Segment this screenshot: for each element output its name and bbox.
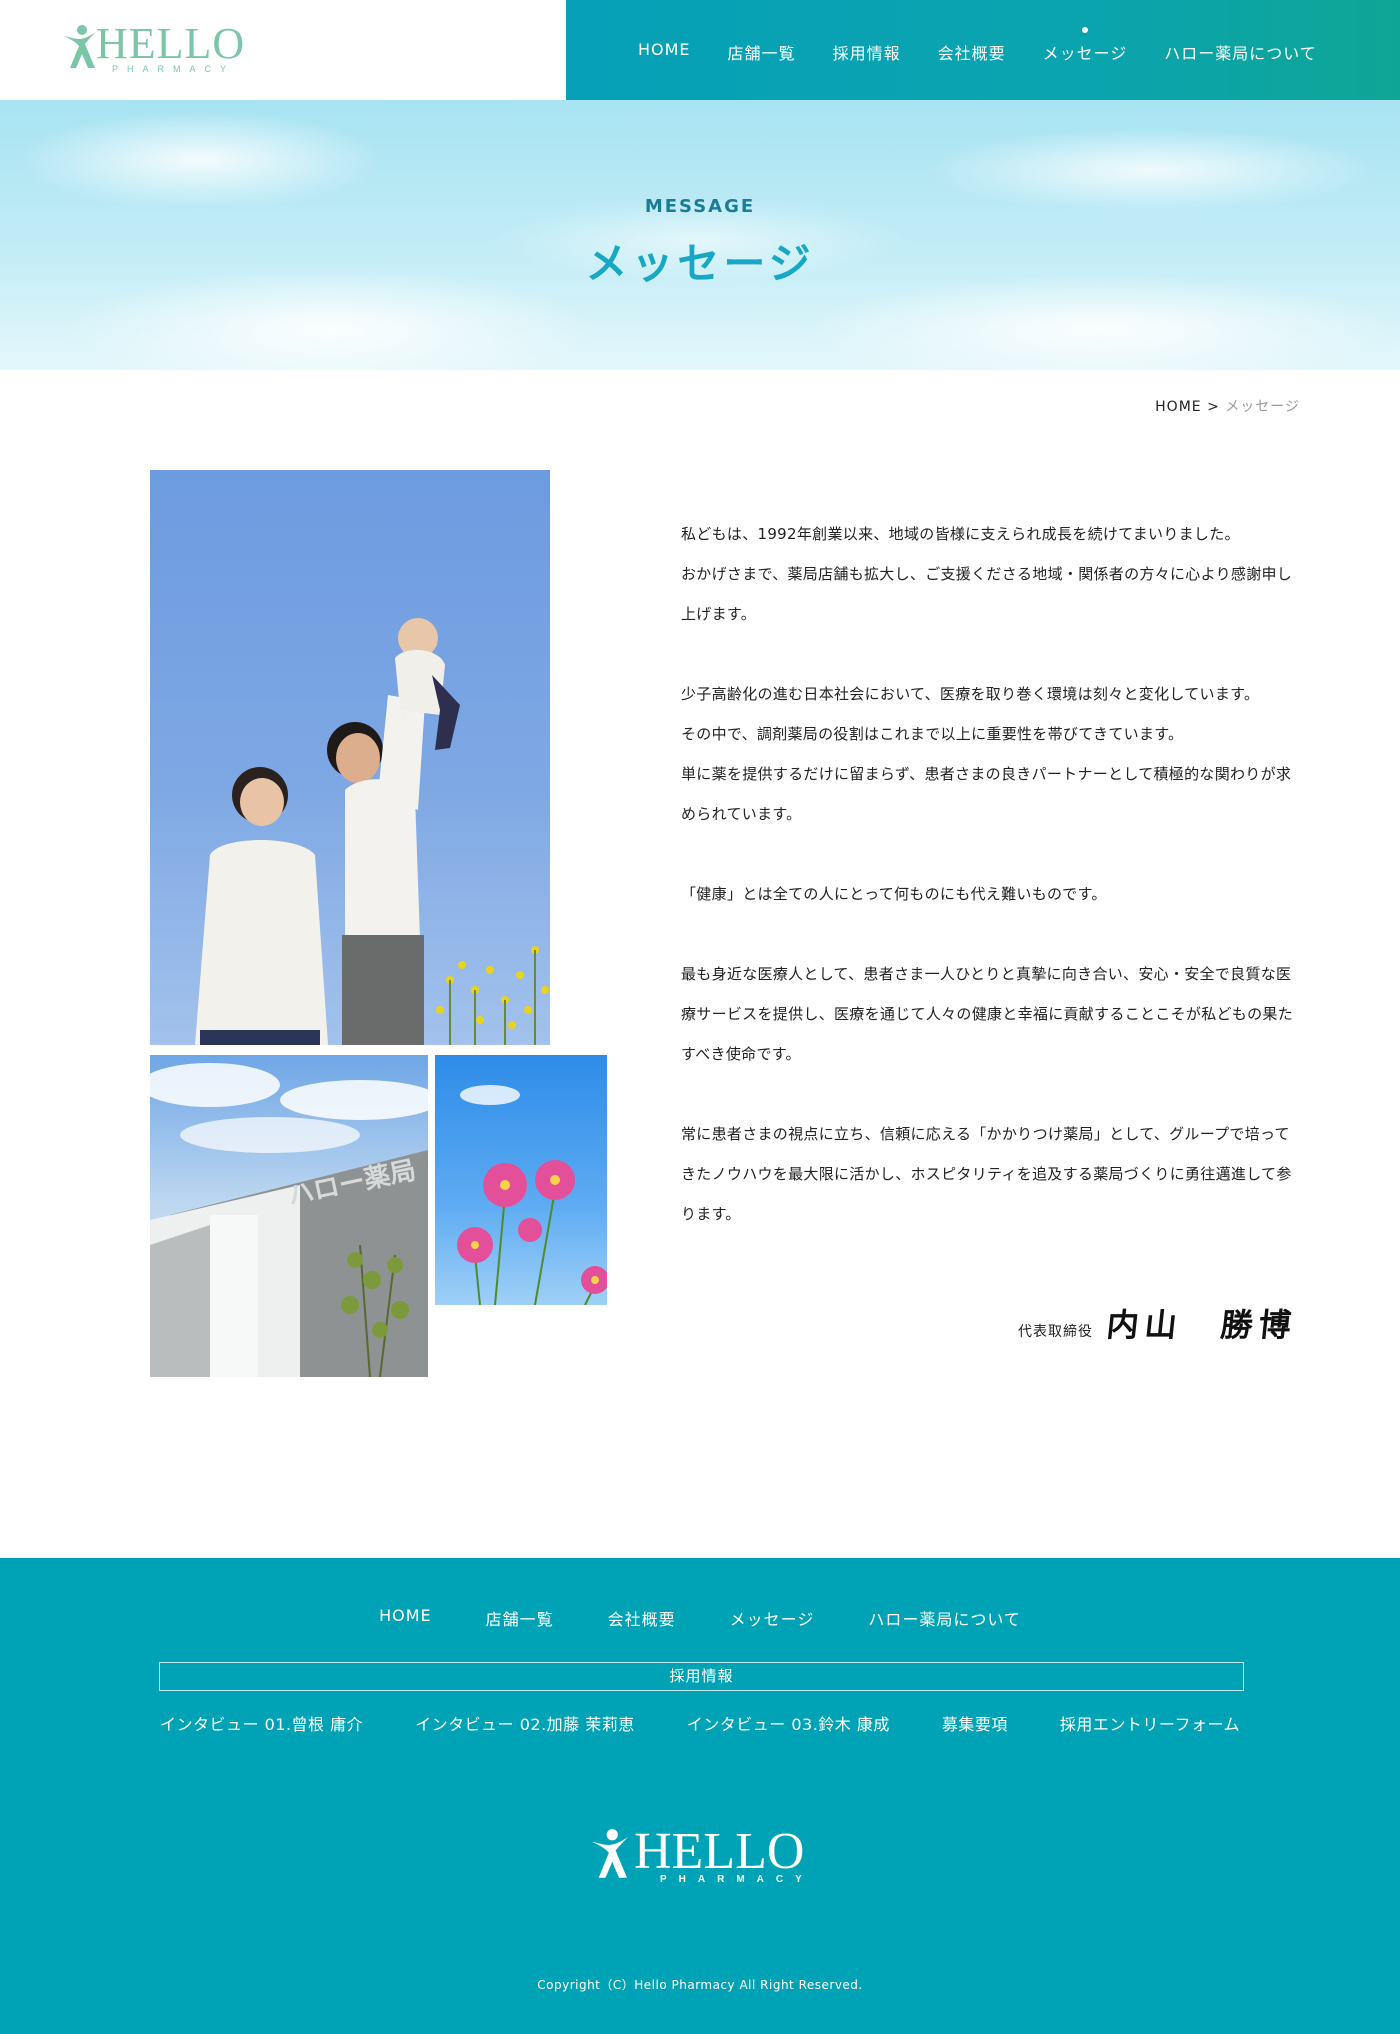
nav-home[interactable]: HOME [638, 40, 691, 64]
nav-recruit[interactable]: 採用情報 [833, 40, 901, 64]
footer-nav-message[interactable]: メッセージ [730, 1606, 815, 1630]
nav-about[interactable]: ハロー薬局について [1164, 40, 1317, 64]
footer-logo-subtext: PHARMACY [660, 1874, 814, 1885]
logo-subtext: PHARMACY [112, 64, 236, 74]
footer-nav-home[interactable]: HOME [379, 1606, 432, 1630]
signature: 代表取締役 内山 勝博 [1018, 1300, 1299, 1346]
running-figure-icon [64, 25, 96, 68]
message-paragraph-3: 「健康」とは全ての人にとって何ものにも代え難いものです。 [681, 885, 1107, 903]
running-figure-icon [591, 1829, 629, 1878]
footer-nav: HOME 店舗一覧 会社概要 メッセージ ハロー薬局について [0, 1606, 1400, 1630]
footer-link-interview-01[interactable]: インタビュー 01.曾根 庸介 [160, 1711, 363, 1735]
footer-link-interview-02[interactable]: インタビュー 02.加藤 茉莉恵 [415, 1711, 635, 1735]
site-logo[interactable]: HELLO PHARMACY [62, 19, 252, 74]
cosmos-flower-photo [435, 1055, 607, 1305]
breadcrumb: HOME > メッセージ [1155, 396, 1300, 416]
pharmacy-building-photo: ハロー薬局 [150, 1055, 428, 1377]
footer-link-interview-03[interactable]: インタビュー 03.鈴木 康成 [687, 1711, 890, 1735]
copyright: Copyright（C）Hello Pharmacy All Right Res… [537, 1978, 863, 1992]
footer-recruit-heading[interactable]: 採用情報 [159, 1662, 1244, 1691]
breadcrumb-separator: > [1207, 399, 1220, 415]
site-footer: HOME 店舗一覧 会社概要 メッセージ ハロー薬局について 採用情報 インタビ… [0, 1558, 1400, 2034]
message-paragraph-4: 最も身近な医療人として、患者さま一人ひとりと真摯に向き合い、安心・安全で良質な医… [681, 965, 1294, 1063]
hero-title-en: MESSAGE [644, 196, 756, 217]
footer-logo-text: HELLO [634, 1823, 805, 1880]
breadcrumb-home[interactable]: HOME [1155, 399, 1201, 415]
footer-link-job-requirements[interactable]: 募集要項 [942, 1711, 1008, 1735]
footer-logo[interactable]: HELLO PHARMACY [588, 1826, 818, 1886]
footer-link-entry-form[interactable]: 採用エントリーフォーム [1060, 1711, 1240, 1735]
signature-name: 内山 勝博 [1104, 1306, 1299, 1344]
footer-nav-company[interactable]: 会社概要 [608, 1606, 676, 1630]
signature-role: 代表取締役 [1018, 1324, 1093, 1340]
message-paragraph-5: 常に患者さまの視点に立ち、信頼に応える「かかりつけ薬局」として、グループで培って… [681, 1125, 1292, 1223]
global-nav: HOME 店舗一覧 採用情報 会社概要 メッセージ ハロー薬局について [638, 27, 1354, 64]
breadcrumb-current: メッセージ [1225, 399, 1300, 415]
page-title: メッセージ [585, 239, 815, 288]
family-photo [150, 470, 550, 1045]
message-paragraph-1: 私どもは、1992年創業以来、地域の皆様に支えられ成長を続けてまいりました。 お… [681, 525, 1293, 623]
nav-message[interactable]: メッセージ [1043, 27, 1128, 64]
page-hero: MESSAGE メッセージ [0, 100, 1400, 370]
global-nav-bar: HOME 店舗一覧 採用情報 会社概要 メッセージ ハロー薬局について [566, 0, 1400, 100]
message-paragraph-2: 少子高齢化の進む日本社会において、医療を取り巻く環境は刻々と変化しています。 そ… [681, 685, 1292, 823]
footer-nav-stores[interactable]: 店舗一覧 [486, 1606, 554, 1630]
footer-nav-about[interactable]: ハロー薬局について [868, 1606, 1021, 1630]
logo-text: HELLO [96, 19, 246, 68]
footer-recruit-links: インタビュー 01.曾根 庸介 インタビュー 02.加藤 茉莉恵 インタビュー … [0, 1711, 1400, 1735]
ceo-message: 私どもは、1992年創業以来、地域の皆様に支えられ成長を続けてまいりました。 お… [681, 514, 1301, 1234]
nav-stores[interactable]: 店舗一覧 [728, 40, 796, 64]
site-header: HELLO PHARMACY HOME 店舗一覧 採用情報 会社概要 メッセージ… [0, 0, 1400, 100]
nav-company[interactable]: 会社概要 [938, 40, 1006, 64]
